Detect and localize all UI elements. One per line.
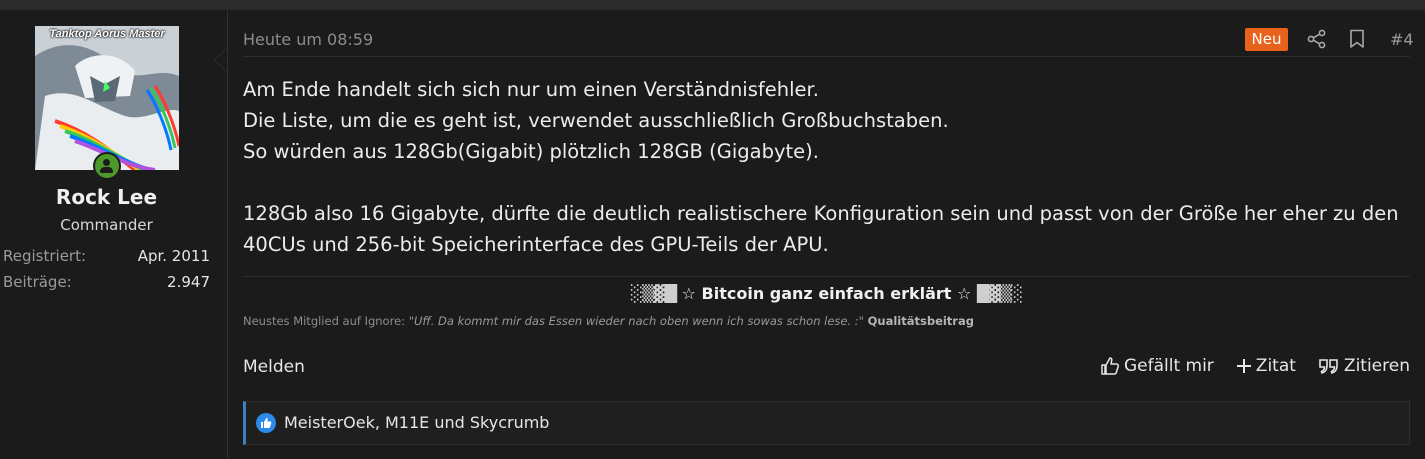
message-line: 128Gb also 16 Gigabyte, dürfte die deutl… bbox=[243, 202, 1399, 256]
quote-button[interactable]: Zitat bbox=[1236, 356, 1296, 376]
signature-blocks-left: ░▒▓█ bbox=[630, 284, 677, 303]
like-button[interactable]: Gefällt mir bbox=[1100, 356, 1214, 376]
post-timestamp[interactable]: Heute um 08:59 bbox=[243, 30, 373, 49]
stat-label: Registriert: bbox=[3, 247, 87, 265]
signature-subline: Neustes Mitglied auf Ignore: "Uff. Da ko… bbox=[243, 314, 974, 328]
share-icon[interactable] bbox=[1307, 29, 1327, 49]
stat-posts: Beiträge: 2.947 bbox=[3, 273, 210, 295]
signature-blocks-right: █▓▒░ bbox=[976, 284, 1023, 303]
likes-names[interactable]: MeisterOek, M11E und Skycrumb bbox=[284, 413, 549, 432]
reply-label: Zitieren bbox=[1343, 356, 1410, 376]
signature-sub-prefix: Neustes Mitglied auf Ignore: bbox=[243, 314, 406, 328]
new-badge: Neu bbox=[1245, 28, 1288, 51]
stat-registered: Registriert: Apr. 2011 bbox=[3, 247, 210, 269]
top-bar bbox=[0, 0, 1425, 10]
message-line: So würden aus 128Gb(Gigabit) plötzlich 1… bbox=[243, 140, 819, 163]
avatar[interactable]: Tanktop Aorus Master bbox=[35, 26, 179, 170]
likes-bar[interactable]: MeisterOek, M11E und Skycrumb bbox=[243, 401, 1410, 445]
post-header-divider bbox=[243, 56, 1410, 57]
report-link[interactable]: Melden bbox=[243, 357, 305, 377]
signature-sub-suffix: Qualitätsbeitrag bbox=[867, 314, 974, 328]
thumbs-up-icon bbox=[1101, 357, 1120, 375]
quote-label: Zitat bbox=[1255, 356, 1296, 376]
bookmark-icon[interactable] bbox=[1349, 29, 1365, 49]
user-title: Commander bbox=[60, 216, 153, 234]
post-number[interactable]: #4 bbox=[1390, 30, 1414, 49]
online-status-icon bbox=[93, 152, 121, 180]
stat-label: Beiträge: bbox=[3, 273, 72, 291]
message-line: Am Ende handelt sich sich nur um einen V… bbox=[243, 78, 819, 101]
signature-sub-quote: "Uff. Da kommt mir das Essen wieder nach… bbox=[408, 314, 864, 328]
avatar-caption: Tanktop Aorus Master bbox=[49, 28, 165, 40]
stat-value: Apr. 2011 bbox=[137, 247, 210, 265]
stat-value[interactable]: 2.947 bbox=[167, 273, 210, 291]
avatar-image bbox=[35, 26, 179, 170]
plus-icon bbox=[1236, 359, 1251, 373]
signature-title: ░▒▓█ ☆ Bitcoin ganz einfach erklärt ☆ █▓… bbox=[243, 284, 1410, 303]
signature-divider bbox=[243, 276, 1410, 277]
post-arrow bbox=[214, 48, 227, 72]
username[interactable]: Rock Lee bbox=[0, 185, 213, 209]
signature-link[interactable]: ☆ Bitcoin ganz einfach erklärt ☆ bbox=[682, 284, 972, 303]
message-line: Die Liste, um die es geht ist, verwendet… bbox=[243, 109, 949, 132]
post-actions: Gefällt mir Zitat Zitieren bbox=[1100, 356, 1410, 376]
like-reaction-icon bbox=[256, 413, 276, 433]
quote-marks-icon bbox=[1319, 359, 1338, 375]
post-message: Am Ende handelt sich sich nur um einen V… bbox=[243, 74, 1418, 260]
like-label: Gefällt mir bbox=[1123, 356, 1214, 376]
reply-button[interactable]: Zitieren bbox=[1318, 356, 1410, 376]
